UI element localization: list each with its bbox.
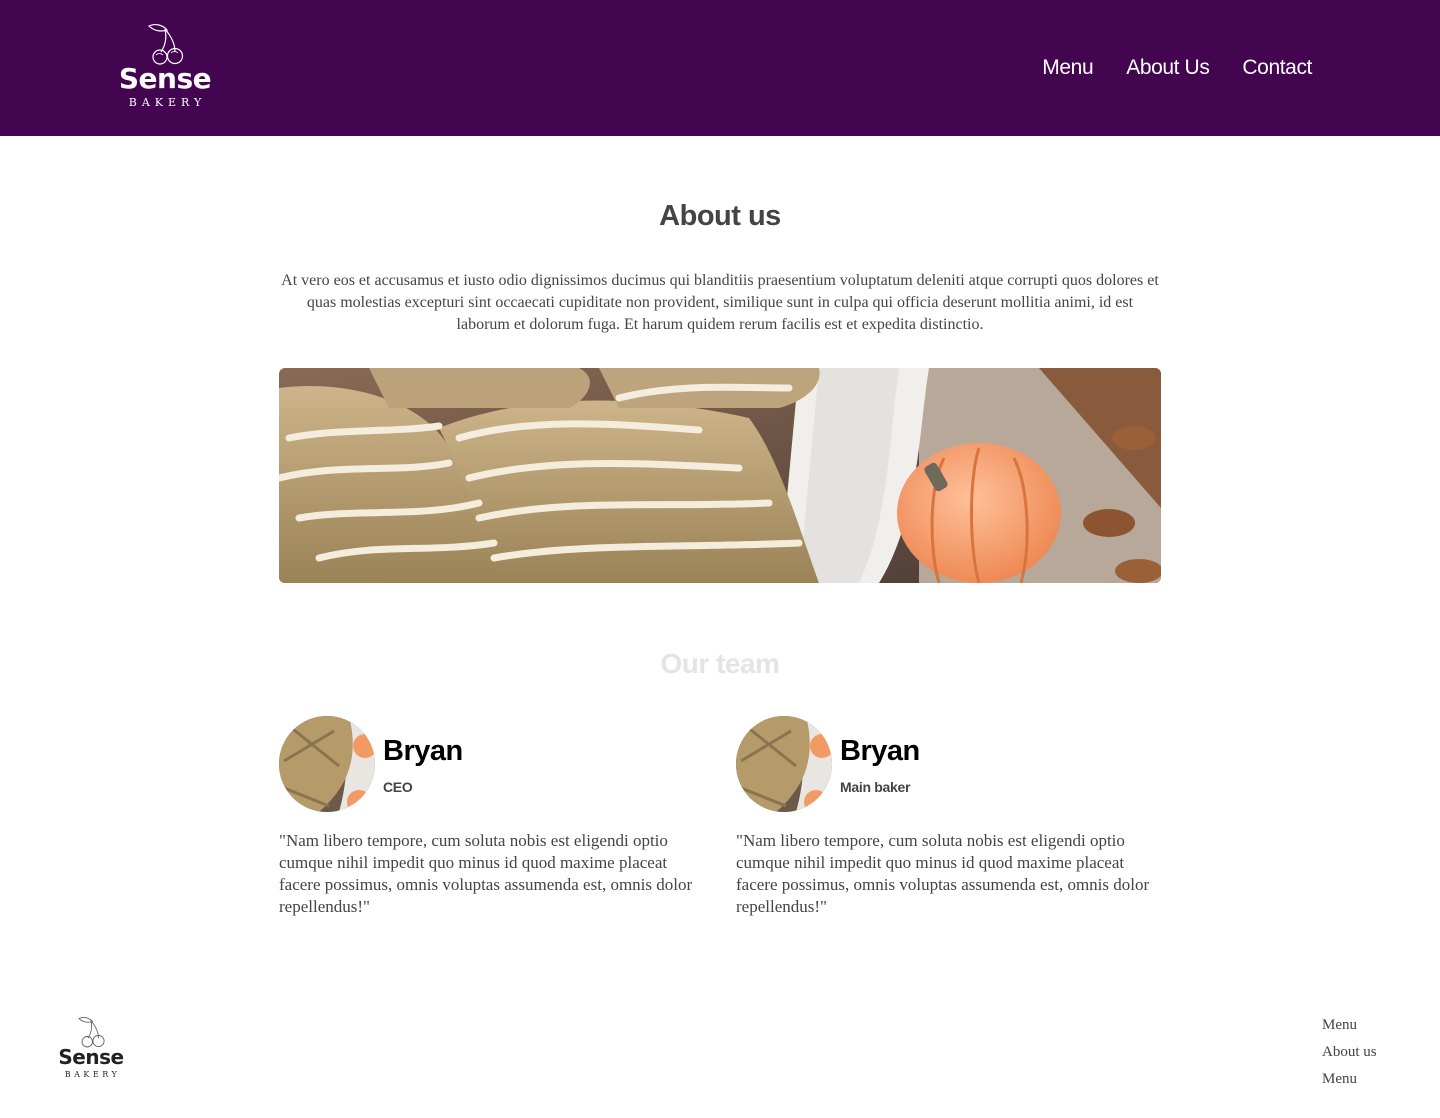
nav-about-us[interactable]: About Us <box>1126 54 1210 82</box>
avatar <box>736 716 832 812</box>
brand-name: Sense <box>118 62 212 95</box>
footer-link-menu[interactable]: Menu <box>1322 1012 1377 1039</box>
member-name: Bryan <box>840 735 920 767</box>
main-nav: Menu About Us Contact <box>1042 54 1312 82</box>
nav-menu[interactable]: Menu <box>1042 54 1093 82</box>
brand-tagline: BAKERY <box>64 1070 121 1079</box>
cherry-icon <box>147 24 184 65</box>
site-header: Sense BAKERY Menu About Us Contact <box>0 0 1440 136</box>
brand-tagline: BAKERY <box>128 96 207 109</box>
team-title: Our team <box>660 648 780 679</box>
member-quote: "Nam libero tempore, cum soluta nobis es… <box>279 831 693 916</box>
about-text: At vero eos et accusamus et iusto odio d… <box>281 272 1159 333</box>
footer-logo[interactable]: Sense BAKERY <box>58 1014 124 1080</box>
footer-link-menu[interactable]: Menu <box>1322 1066 1377 1093</box>
footer-nav: Menu About us Menu <box>1322 1012 1377 1093</box>
member-quote: "Nam libero tempore, cum soluta nobis es… <box>736 831 1150 916</box>
member-role: Main baker <box>840 779 911 795</box>
header-logo[interactable]: Sense BAKERY <box>118 20 212 110</box>
about-title: About us <box>659 200 781 232</box>
hero-image <box>279 368 1161 583</box>
member-role: CEO <box>383 779 413 795</box>
nav-contact[interactable]: Contact <box>1242 54 1312 82</box>
avatar <box>279 716 375 812</box>
member-name: Bryan <box>383 735 463 767</box>
brand-name: Sense <box>58 1045 124 1069</box>
footer-link-about-us[interactable]: About us <box>1322 1039 1377 1066</box>
